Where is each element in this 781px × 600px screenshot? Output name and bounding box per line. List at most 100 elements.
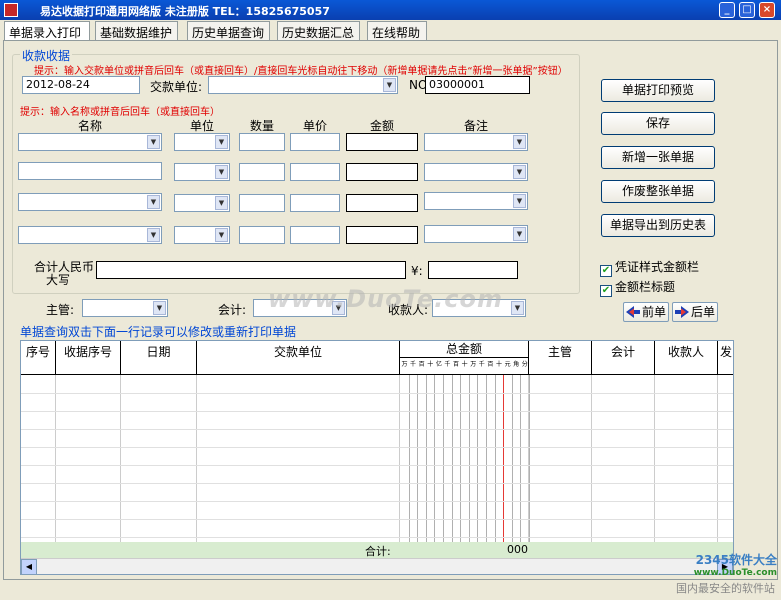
grid-col-divider xyxy=(654,375,655,542)
chevron-down-icon[interactable]: ▼ xyxy=(511,301,524,315)
item-note-combo[interactable]: ▼ xyxy=(424,133,528,151)
item-note-combo[interactable]: ▼ xyxy=(424,225,528,243)
item-amount-field[interactable] xyxy=(346,226,418,244)
table-row[interactable] xyxy=(21,501,733,502)
chevron-down-icon[interactable]: ▼ xyxy=(147,195,160,209)
grid-total-value: 000 xyxy=(507,543,528,556)
chevron-down-icon[interactable]: ▼ xyxy=(513,165,526,179)
item-price-field[interactable] xyxy=(290,194,340,212)
item-note-combo[interactable]: ▼ xyxy=(424,163,528,181)
item-qty-field[interactable] xyxy=(239,194,285,212)
chevron-down-icon[interactable]: ▼ xyxy=(215,135,228,149)
payer-label: 交款单位: xyxy=(150,80,203,94)
grid-col-divider xyxy=(120,375,121,542)
chevron-down-icon[interactable]: ▼ xyxy=(153,301,166,315)
item-note-combo[interactable]: ▼ xyxy=(424,192,528,210)
receipt-number-field[interactable]: 03000001 xyxy=(425,76,530,94)
chevron-down-icon[interactable]: ▼ xyxy=(383,78,396,92)
tab-online-help[interactable]: 在线帮助 xyxy=(367,21,427,40)
col-unit-header: 单位 xyxy=(189,119,214,133)
item-qty-field[interactable] xyxy=(239,133,285,151)
amount-title-checkbox[interactable]: ✔ 金额栏标题 xyxy=(600,278,675,297)
grid-header-invoice[interactable]: 发 xyxy=(718,341,733,375)
date-field[interactable]: 2012-08-24 xyxy=(22,76,140,94)
checkmark-icon: ✔ xyxy=(600,265,612,277)
tab-history-summary[interactable]: 历史数据汇总 xyxy=(277,21,360,40)
void-receipt-button[interactable]: 作废整张单据 xyxy=(601,180,715,203)
grid-col-divider xyxy=(196,375,197,542)
chevron-down-icon[interactable]: ▼ xyxy=(215,196,228,210)
item-unit-combo[interactable]: ▼ xyxy=(174,163,230,181)
item-unit-combo[interactable]: ▼ xyxy=(174,194,230,212)
new-receipt-button[interactable]: 新增一张单据 xyxy=(601,146,715,169)
item-amount-field[interactable] xyxy=(346,163,418,181)
tab-receipt-entry[interactable]: 单据录入打印 xyxy=(4,21,90,41)
item-qty-field[interactable] xyxy=(239,226,285,244)
grid-header-index[interactable]: 序号 xyxy=(21,341,56,375)
item-name-combo[interactable] xyxy=(18,162,162,180)
total-uppercase-field[interactable] xyxy=(96,261,406,279)
item-unit-combo[interactable]: ▼ xyxy=(174,226,230,244)
chevron-down-icon[interactable]: ▼ xyxy=(513,194,526,208)
tab-base-data[interactable]: 基础数据维护 xyxy=(95,21,178,40)
chevron-down-icon[interactable]: ▼ xyxy=(215,228,228,242)
chevron-down-icon[interactable]: ▼ xyxy=(147,135,160,149)
voucher-style-checkbox[interactable]: ✔ 凭证样式金额栏 xyxy=(600,258,699,277)
item-amount-field[interactable] xyxy=(346,133,418,151)
chevron-down-icon[interactable]: ▼ xyxy=(513,135,526,149)
grid-header-receipt-no[interactable]: 收据序号 xyxy=(56,341,121,375)
table-row[interactable] xyxy=(21,519,733,520)
table-row[interactable] xyxy=(21,483,733,484)
item-name-combo[interactable]: ▼ xyxy=(18,226,162,244)
next-receipt-button[interactable]: 后单 xyxy=(672,302,718,322)
brand-logo: 2345软件大全 www.DuoTe.com xyxy=(694,551,777,578)
payer-hint: 提示：输入交款单位或拼音后回车（或直接回车）/直接回车光标自动往下移动（新增单据… xyxy=(34,66,568,77)
grid-header-cashier[interactable]: 收款人 xyxy=(655,341,718,375)
digit-header-cell: 百 xyxy=(487,361,494,368)
table-row[interactable] xyxy=(21,537,733,538)
item-price-field[interactable] xyxy=(290,133,340,151)
grid-header-supervisor[interactable]: 主管 xyxy=(529,341,592,375)
digit-header-cell: 千 xyxy=(478,361,485,368)
horizontal-scrollbar[interactable]: ◀ ▶ xyxy=(21,558,733,574)
item-price-field[interactable] xyxy=(290,163,340,181)
table-row[interactable] xyxy=(21,393,733,394)
grid-header-total-amount[interactable]: 总金额 万千百十亿千百十万千百十元角分 xyxy=(400,341,529,375)
export-history-button[interactable]: 单据导出到历史表 xyxy=(601,214,715,237)
grid-header-payer[interactable]: 交款单位 xyxy=(197,341,400,375)
close-button[interactable]: × xyxy=(759,2,775,18)
minimize-button[interactable]: _ xyxy=(719,2,735,18)
grid-header-date[interactable]: 日期 xyxy=(121,341,197,375)
item-price-field[interactable] xyxy=(290,226,340,244)
supervisor-combo[interactable]: ▼ xyxy=(82,299,168,317)
window-title: 易达收据打印通用网络版 未注册版 TEL：15825675057 xyxy=(40,5,330,18)
payer-combo[interactable]: ▼ xyxy=(208,76,398,94)
item-unit-combo[interactable]: ▼ xyxy=(174,133,230,151)
voucher-style-label: 凭证样式金额栏 xyxy=(615,260,700,274)
table-row[interactable] xyxy=(21,411,733,412)
save-button[interactable]: 保存 xyxy=(601,112,715,135)
prev-receipt-button[interactable]: 前单 xyxy=(623,302,669,322)
maximize-button[interactable]: □ xyxy=(739,2,755,18)
print-preview-button[interactable]: 单据打印预览 xyxy=(601,79,715,102)
chevron-down-icon[interactable]: ▼ xyxy=(215,165,228,179)
receipt-grid[interactable]: 序号 收据序号 日期 交款单位 总金额 万千百十亿千百十万千百十元角分 主管 会… xyxy=(20,340,734,575)
tab-history-query[interactable]: 历史单据查询 xyxy=(187,21,270,40)
item-name-combo[interactable]: ▼ xyxy=(18,193,162,211)
item-name-combo[interactable]: ▼ xyxy=(18,133,162,151)
item-qty-field[interactable] xyxy=(239,163,285,181)
total-amount-field[interactable] xyxy=(428,261,518,279)
digit-column-line xyxy=(486,375,487,542)
grid-header-accountant[interactable]: 会计 xyxy=(592,341,655,375)
next-label: 后单 xyxy=(691,305,716,319)
table-row[interactable] xyxy=(21,429,733,430)
chevron-down-icon[interactable]: ▼ xyxy=(147,228,160,242)
item-amount-field[interactable] xyxy=(346,194,418,212)
digit-column-line xyxy=(460,375,462,542)
chevron-down-icon[interactable]: ▼ xyxy=(513,227,526,241)
grid-caption: 单据查询双击下面一行记录可以修改或重新打印单据 xyxy=(20,325,297,339)
table-row[interactable] xyxy=(21,447,733,448)
scroll-left-icon[interactable]: ◀ xyxy=(21,559,37,574)
table-row[interactable] xyxy=(21,465,733,466)
digit-column-line xyxy=(434,375,436,542)
